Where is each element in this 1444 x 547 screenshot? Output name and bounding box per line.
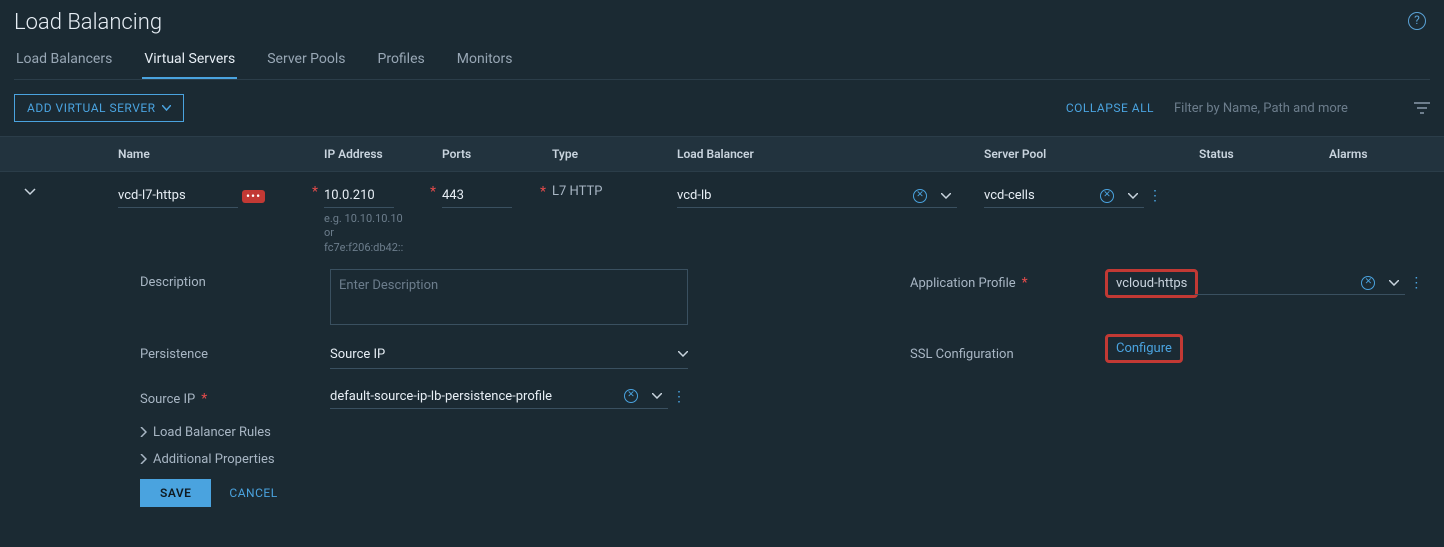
row-details: Description Application Profile* vcloud-… <box>0 259 1444 521</box>
app-profile-highlight: vcloud-https <box>1105 269 1198 298</box>
tab-monitors[interactable]: Monitors <box>455 45 515 79</box>
source-ip-label: Source IP <box>140 392 195 407</box>
tab-server-pools[interactable]: Server Pools <box>265 45 347 79</box>
app-profile-value: vcloud-https <box>1116 276 1187 291</box>
app-profile-label: Application Profile <box>910 276 1016 291</box>
tab-virtual-servers[interactable]: Virtual Servers <box>142 45 237 79</box>
chevron-down-icon <box>678 351 688 357</box>
lb-dropdown-icon[interactable] <box>935 193 957 199</box>
save-button[interactable]: SAVE <box>140 479 211 507</box>
page-title: Load Balancing <box>14 10 1430 35</box>
cancel-button[interactable]: CANCEL <box>229 486 277 500</box>
persistence-label: Persistence <box>140 341 330 362</box>
additional-props-toggle[interactable]: Additional Properties <box>140 452 1430 467</box>
expand-row-chevron-icon[interactable] <box>14 184 46 196</box>
chevron-right-icon <box>140 427 147 437</box>
chevron-right-icon <box>140 454 147 464</box>
help-icon[interactable]: ? <box>1408 12 1426 30</box>
clear-source-ip-icon[interactable]: ✕ <box>624 389 638 403</box>
col-ip[interactable]: IP Address <box>324 147 442 161</box>
required-mark: * <box>195 391 213 407</box>
clear-pool-icon[interactable]: ✕ <box>1100 189 1114 203</box>
type-value: L7 HTTP <box>552 184 677 199</box>
ip-address-input[interactable] <box>324 184 394 208</box>
table-row: ••• * * e.g. 10.10.10.10 or fc7e:f206:db… <box>0 172 1444 259</box>
tags-indicator-icon[interactable]: ••• <box>242 190 265 203</box>
required-mark: * <box>534 184 552 200</box>
filter-icon[interactable] <box>1414 102 1430 114</box>
required-mark: * <box>1016 275 1034 291</box>
app-profile-dropdown-icon[interactable] <box>1383 280 1405 286</box>
ports-input[interactable] <box>442 184 512 208</box>
add-button-label: ADD VIRTUAL SERVER <box>27 101 156 115</box>
source-ip-value: default-source-ip-lb-persistence-profile <box>330 389 616 404</box>
ssl-configure-highlight: Configure <box>1105 334 1183 363</box>
source-ip-more-icon[interactable]: ⋮ <box>668 395 690 399</box>
col-status[interactable]: Status <box>1199 147 1329 161</box>
additional-props-label: Additional Properties <box>153 452 275 467</box>
ssl-config-label: SSL Configuration <box>910 341 1105 362</box>
name-input[interactable] <box>118 184 238 208</box>
virtual-servers-table: Name IP Address Ports Type Load Balancer… <box>0 136 1444 521</box>
col-name[interactable]: Name <box>118 147 324 161</box>
filter-input[interactable] <box>1174 97 1394 120</box>
clear-lb-icon[interactable]: ✕ <box>913 189 927 203</box>
pool-dropdown-icon[interactable] <box>1122 193 1144 199</box>
description-textarea[interactable] <box>330 269 688 325</box>
required-mark: * <box>424 184 442 200</box>
col-type[interactable]: Type <box>552 147 677 161</box>
col-lb[interactable]: Load Balancer <box>677 147 984 161</box>
load-balancer-value: vcd-lb <box>677 188 905 203</box>
tabs: Load Balancers Virtual Servers Server Po… <box>14 35 1430 80</box>
lb-rules-label: Load Balancer Rules <box>153 425 271 440</box>
ssl-configure-link[interactable]: Configure <box>1116 341 1172 356</box>
description-label: Description <box>140 269 330 290</box>
persistence-select[interactable]: Source IP <box>330 341 688 369</box>
col-ports[interactable]: Ports <box>442 147 552 161</box>
pool-more-icon[interactable]: ⋮ <box>1144 194 1166 198</box>
server-pool-value: vcd-cells <box>984 188 1092 203</box>
tab-load-balancers[interactable]: Load Balancers <box>14 45 114 79</box>
chevron-down-icon <box>162 105 171 111</box>
app-profile-more-icon[interactable]: ⋮ <box>1405 281 1427 285</box>
ip-hint: e.g. 10.10.10.10 or fc7e:f206:db42:: <box>324 212 409 255</box>
col-pool[interactable]: Server Pool <box>984 147 1199 161</box>
add-virtual-server-button[interactable]: ADD VIRTUAL SERVER <box>14 94 184 122</box>
col-alarms[interactable]: Alarms <box>1329 147 1430 161</box>
tab-profiles[interactable]: Profiles <box>376 45 427 79</box>
source-ip-dropdown-icon[interactable] <box>646 393 668 399</box>
table-header: Name IP Address Ports Type Load Balancer… <box>0 136 1444 172</box>
clear-app-profile-icon[interactable]: ✕ <box>1361 276 1375 290</box>
persistence-value: Source IP <box>330 347 385 362</box>
required-mark: * <box>306 184 324 200</box>
collapse-all-button[interactable]: COLLAPSE ALL <box>1066 101 1154 115</box>
lb-rules-toggle[interactable]: Load Balancer Rules <box>140 425 1430 440</box>
